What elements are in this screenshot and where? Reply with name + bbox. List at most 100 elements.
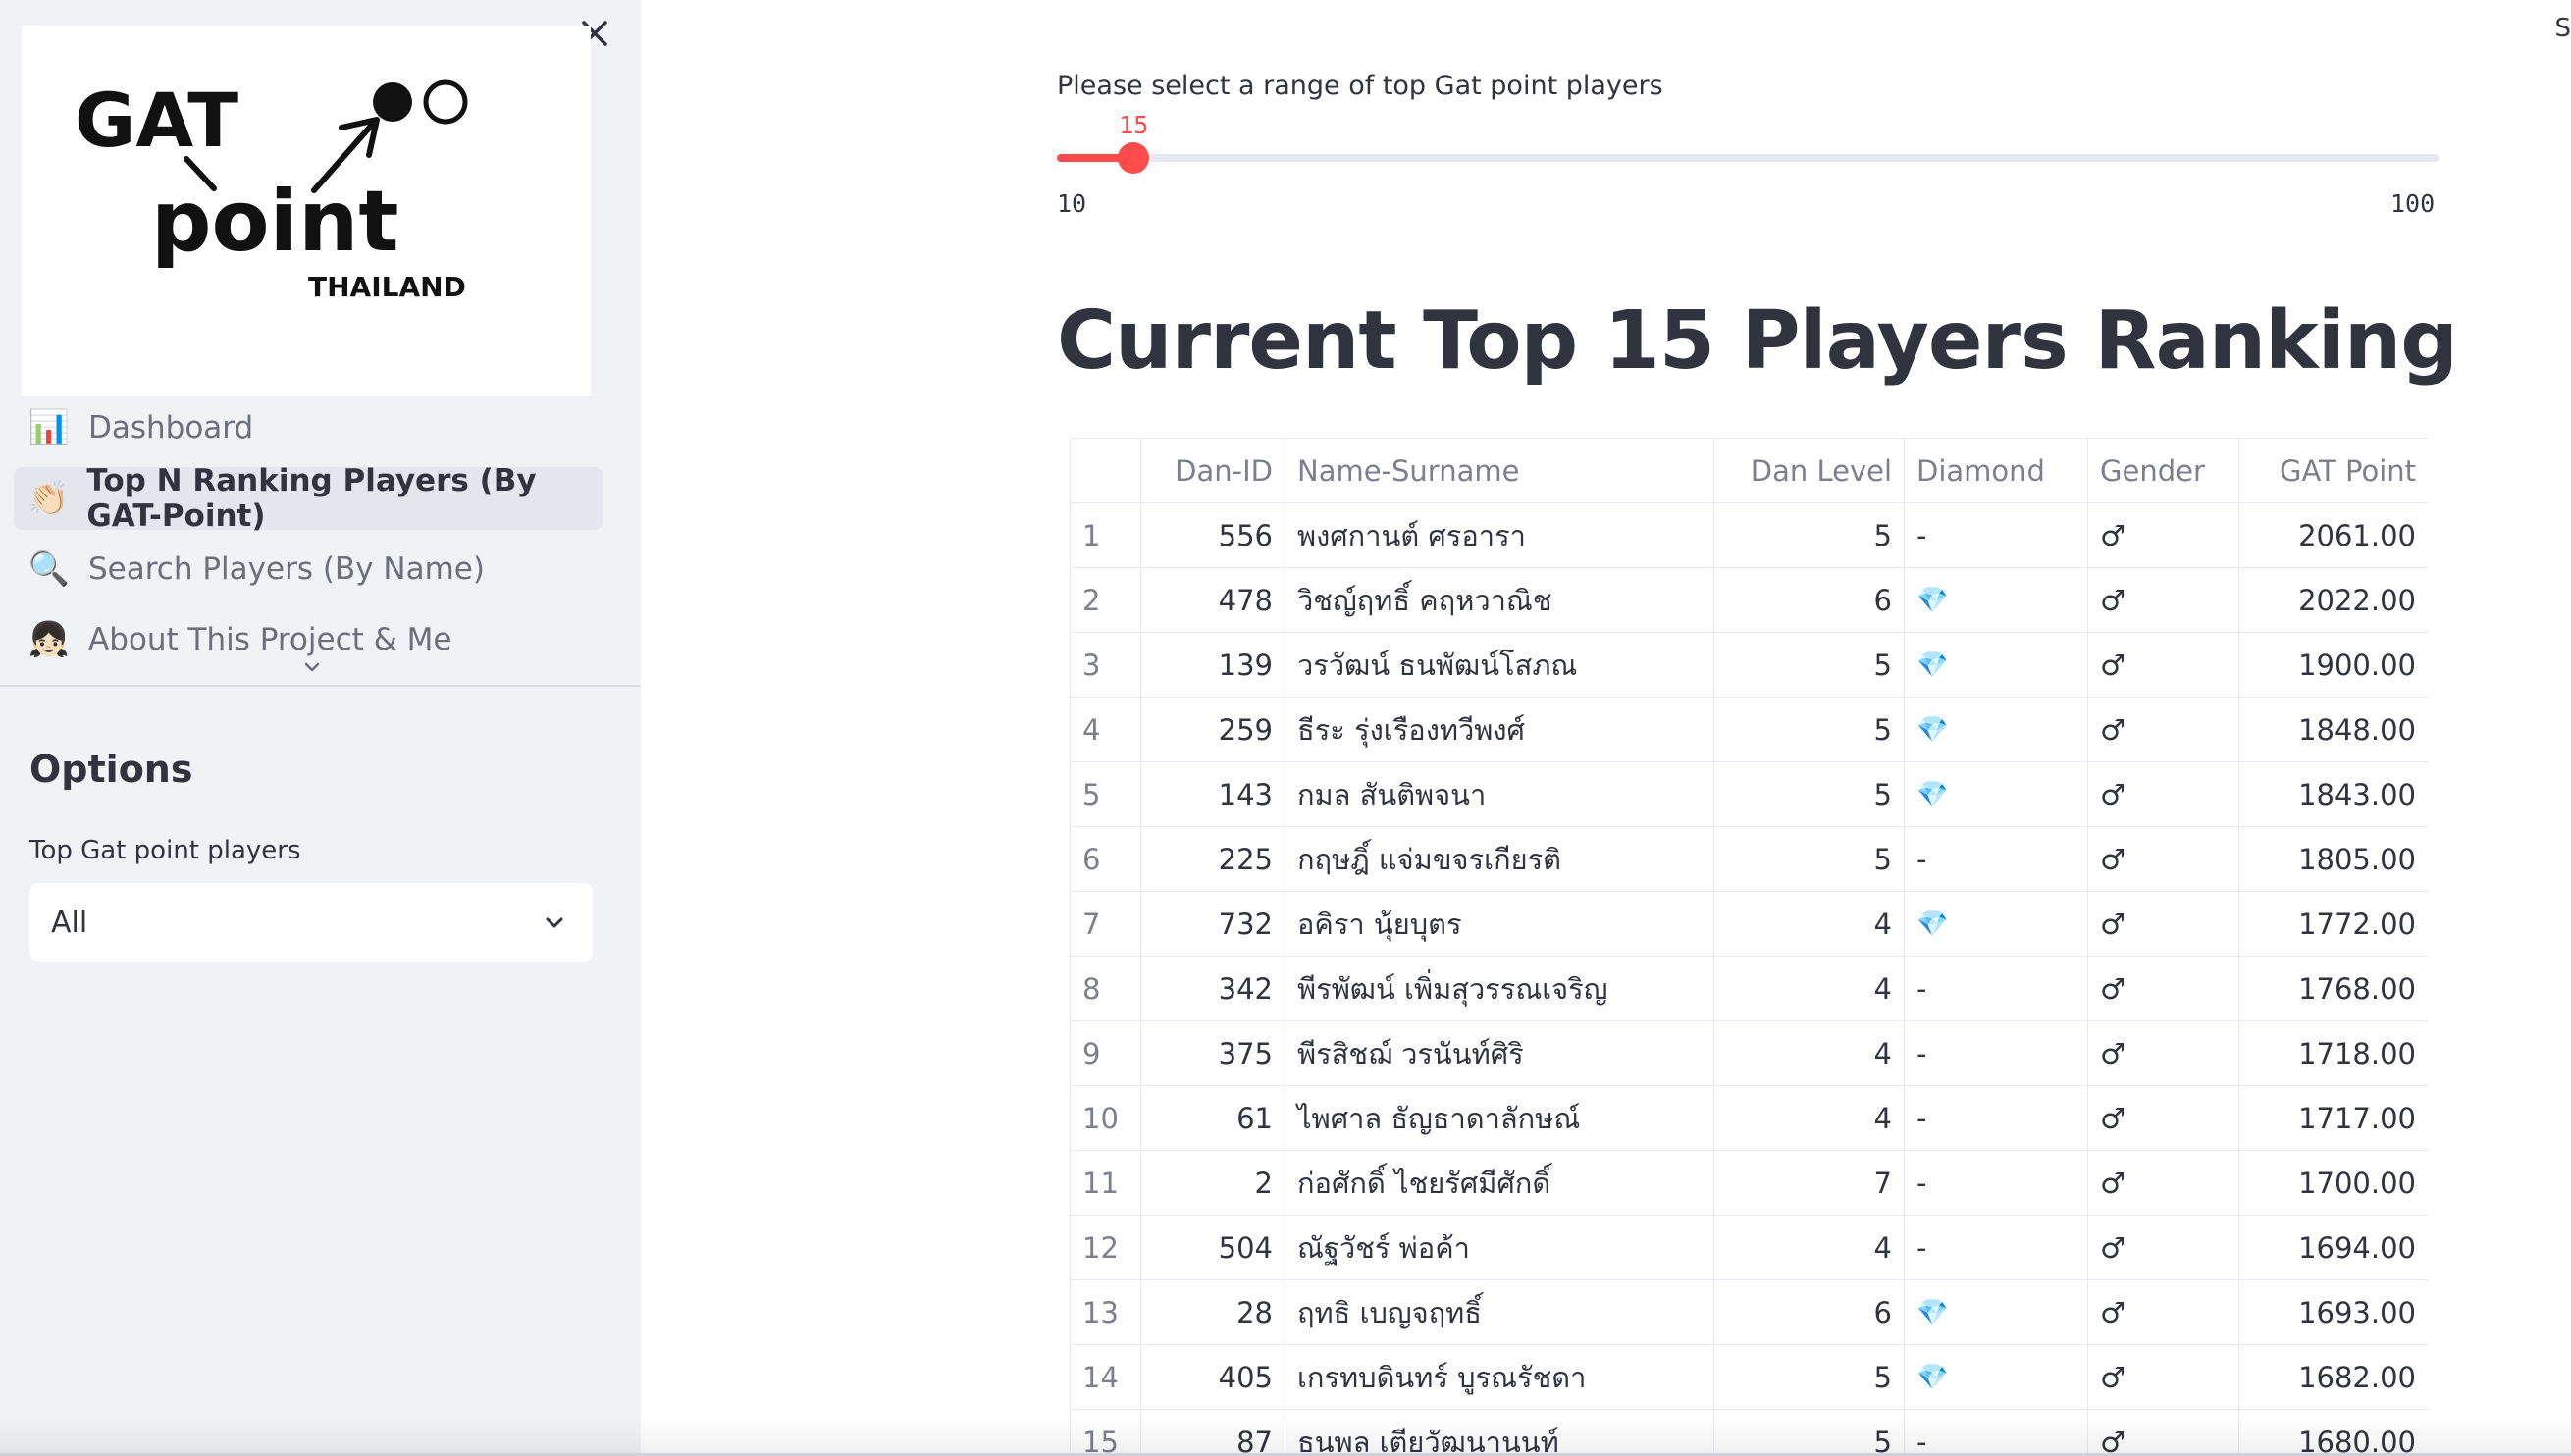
- cell-name[interactable]: กมล สันติพจนา: [1285, 761, 1714, 827]
- row-index[interactable]: 6: [1070, 826, 1141, 892]
- column-header-gat-point[interactable]: GAT Point: [2238, 438, 2428, 503]
- cell-diamond[interactable]: -: [1904, 826, 2088, 892]
- diamond-icon[interactable]: 💎: [1904, 1279, 2088, 1345]
- cell-dan-id[interactable]: 259: [1140, 697, 1286, 762]
- cell-gat-point[interactable]: 1848.00: [2238, 697, 2428, 762]
- cell-name[interactable]: ก่อศักดิ์ ไชยรัศมีศักดิ์: [1285, 1150, 1714, 1216]
- cell-dan-level[interactable]: 5: [1713, 761, 1905, 827]
- cell-gat-point[interactable]: 1718.00: [2238, 1020, 2428, 1086]
- table-row[interactable]: 2 478 วิชญ์ฤทธิ์ คฤหวาณิช 6 💎 ♂ 2022.00: [1070, 567, 2428, 633]
- cell-gat-point[interactable]: 2022.00: [2238, 567, 2428, 633]
- row-index[interactable]: 13: [1070, 1279, 1141, 1345]
- diamond-icon[interactable]: 💎: [1904, 891, 2088, 957]
- male-gender-icon[interactable]: ♂: [2087, 1085, 2239, 1151]
- cell-name[interactable]: พีรพัฒน์ เพิ่มสุวรรณเจริญ: [1285, 956, 1714, 1021]
- cell-gat-point[interactable]: 1700.00: [2238, 1150, 2428, 1216]
- table-row[interactable]: 1 556 พงศกานต์ ศรอารา 5- ♂ 2061.00: [1070, 502, 2428, 568]
- cell-dan-id[interactable]: 478: [1140, 567, 1286, 633]
- table-row[interactable]: 12 504 ณัฐวัชร์ พ่อค้า 4- ♂ 1694.00: [1070, 1215, 2428, 1280]
- cell-gat-point[interactable]: 1717.00: [2238, 1085, 2428, 1151]
- cell-dan-id[interactable]: 2: [1140, 1150, 1286, 1216]
- top-range-slider[interactable]: [1057, 142, 2439, 174]
- cell-name[interactable]: ไพศาล ธัญธาดาลักษณ์: [1285, 1085, 1714, 1151]
- cell-gat-point[interactable]: 1682.00: [2238, 1344, 2428, 1410]
- cell-dan-level[interactable]: 7: [1713, 1150, 1905, 1216]
- diamond-icon[interactable]: 💎: [1904, 761, 2088, 827]
- male-gender-icon[interactable]: ♂: [2087, 1279, 2239, 1345]
- row-index[interactable]: 5: [1070, 761, 1141, 827]
- cell-name[interactable]: เกรทบดินทร์ บูรณรัชดา: [1285, 1344, 1714, 1410]
- row-index[interactable]: 14: [1070, 1344, 1141, 1410]
- row-index[interactable]: 10: [1070, 1085, 1141, 1151]
- cell-dan-id[interactable]: 225: [1140, 826, 1286, 892]
- male-gender-icon[interactable]: ♂: [2087, 826, 2239, 892]
- column-header-gender[interactable]: Gender: [2087, 438, 2239, 503]
- table-row[interactable]: 8 342 พีรพัฒน์ เพิ่มสุวรรณเจริญ 4- ♂ 1768.00: [1070, 956, 2428, 1021]
- table-row[interactable]: 9 375 พีรสิชฌ์ วรนันท์ศิริ 4- ♂ 1718.00: [1070, 1020, 2428, 1086]
- cell-diamond[interactable]: -: [1904, 956, 2088, 1021]
- cell-dan-level[interactable]: 4: [1713, 891, 1905, 957]
- cell-dan-id[interactable]: 504: [1140, 1215, 1286, 1280]
- male-gender-icon[interactable]: ♂: [2087, 632, 2239, 698]
- cell-name[interactable]: อคิรา นุ้ยบุตร: [1285, 891, 1714, 957]
- row-index[interactable]: 1: [1070, 502, 1141, 568]
- table-row[interactable]: 13 28 ฤทธิ เบญจฤทธิ์ 6 💎 ♂ 1693.00: [1070, 1279, 2428, 1345]
- cell-dan-level[interactable]: 4: [1713, 1215, 1905, 1280]
- cell-dan-level[interactable]: 4: [1713, 1020, 1905, 1086]
- male-gender-icon[interactable]: ♂: [2087, 1020, 2239, 1086]
- nav-search-players[interactable]: 🔍 Search Players (By Name): [14, 538, 603, 600]
- cell-name[interactable]: พงศกานต์ ศรอารา: [1285, 502, 1714, 568]
- male-gender-icon[interactable]: ♂: [2087, 956, 2239, 1021]
- column-header-dan-level[interactable]: Dan Level: [1713, 438, 1905, 503]
- nav-dashboard[interactable]: 📊 Dashboard: [14, 396, 603, 459]
- cell-dan-level[interactable]: 6: [1713, 1279, 1905, 1345]
- cell-dan-id[interactable]: 732: [1140, 891, 1286, 957]
- cell-dan-id[interactable]: 342: [1140, 956, 1286, 1021]
- cell-dan-id[interactable]: 375: [1140, 1020, 1286, 1086]
- table-row[interactable]: 11 2 ก่อศักดิ์ ไชยรัศมีศักดิ์ 7- ♂ 1700.00: [1070, 1150, 2428, 1216]
- cell-name[interactable]: พีรสิชฌ์ วรนันท์ศิริ: [1285, 1020, 1714, 1086]
- cell-diamond[interactable]: -: [1904, 1215, 2088, 1280]
- cell-dan-level[interactable]: 5: [1713, 697, 1905, 762]
- column-header-name[interactable]: Name-Surname: [1285, 438, 1714, 503]
- row-index[interactable]: 7: [1070, 891, 1141, 957]
- cell-diamond[interactable]: -: [1904, 502, 2088, 568]
- diamond-icon[interactable]: 💎: [1904, 632, 2088, 698]
- male-gender-icon[interactable]: ♂: [2087, 567, 2239, 633]
- table-row[interactable]: 14 405 เกรทบดินทร์ บูรณรัชดา 5 💎 ♂ 1682.00: [1070, 1344, 2428, 1410]
- cell-dan-level[interactable]: 5: [1713, 1344, 1905, 1410]
- cell-dan-id[interactable]: 28: [1140, 1279, 1286, 1345]
- nav-top-n-ranking[interactable]: 👏🏻 Top N Ranking Players (By GAT-Point): [14, 463, 603, 534]
- table-row[interactable]: 6 225 กฤษฎิ์ แจ่มขจรเกียรติ 5- ♂ 1805.00: [1070, 826, 2428, 892]
- diamond-icon[interactable]: 💎: [1904, 697, 2088, 762]
- slider-thumb[interactable]: [1118, 142, 1150, 174]
- male-gender-icon[interactable]: ♂: [2087, 502, 2239, 568]
- top-players-select[interactable]: All: [29, 883, 593, 962]
- cell-dan-id[interactable]: 405: [1140, 1344, 1286, 1410]
- table-row[interactable]: 5 143 กมล สันติพจนา 5 💎 ♂ 1843.00: [1070, 761, 2428, 827]
- row-index[interactable]: 4: [1070, 697, 1141, 762]
- male-gender-icon[interactable]: ♂: [2087, 1344, 2239, 1410]
- cell-dan-id[interactable]: 143: [1140, 761, 1286, 827]
- row-index[interactable]: 11: [1070, 1150, 1141, 1216]
- row-index[interactable]: 8: [1070, 956, 1141, 1021]
- cell-gat-point[interactable]: 1772.00: [2238, 891, 2428, 957]
- cell-name[interactable]: วรวัฒน์ ธนพัฒน์โสภณ: [1285, 632, 1714, 698]
- cell-diamond[interactable]: -: [1904, 1150, 2088, 1216]
- table-row[interactable]: 10 61 ไพศาล ธัญธาดาลักษณ์ 4- ♂ 1717.00: [1070, 1085, 2428, 1151]
- row-index[interactable]: 3: [1070, 632, 1141, 698]
- male-gender-icon[interactable]: ♂: [2087, 1150, 2239, 1216]
- cell-dan-level[interactable]: 6: [1713, 567, 1905, 633]
- cell-gat-point[interactable]: 1843.00: [2238, 761, 2428, 827]
- cell-name[interactable]: ณัฐวัชร์ พ่อค้า: [1285, 1215, 1714, 1280]
- diamond-icon[interactable]: 💎: [1904, 567, 2088, 633]
- column-header-diamond[interactable]: Diamond: [1904, 438, 2088, 503]
- cell-gat-point[interactable]: 2061.00: [2238, 502, 2428, 568]
- male-gender-icon[interactable]: ♂: [2087, 761, 2239, 827]
- cell-dan-level[interactable]: 5: [1713, 632, 1905, 698]
- cell-name[interactable]: กฤษฎิ์ แจ่มขจรเกียรติ: [1285, 826, 1714, 892]
- table-row[interactable]: 7 732 อคิรา นุ้ยบุตร 4 💎 ♂ 1772.00: [1070, 891, 2428, 957]
- cell-dan-level[interactable]: 4: [1713, 1085, 1905, 1151]
- row-index[interactable]: 9: [1070, 1020, 1141, 1086]
- cell-gat-point[interactable]: 1694.00: [2238, 1215, 2428, 1280]
